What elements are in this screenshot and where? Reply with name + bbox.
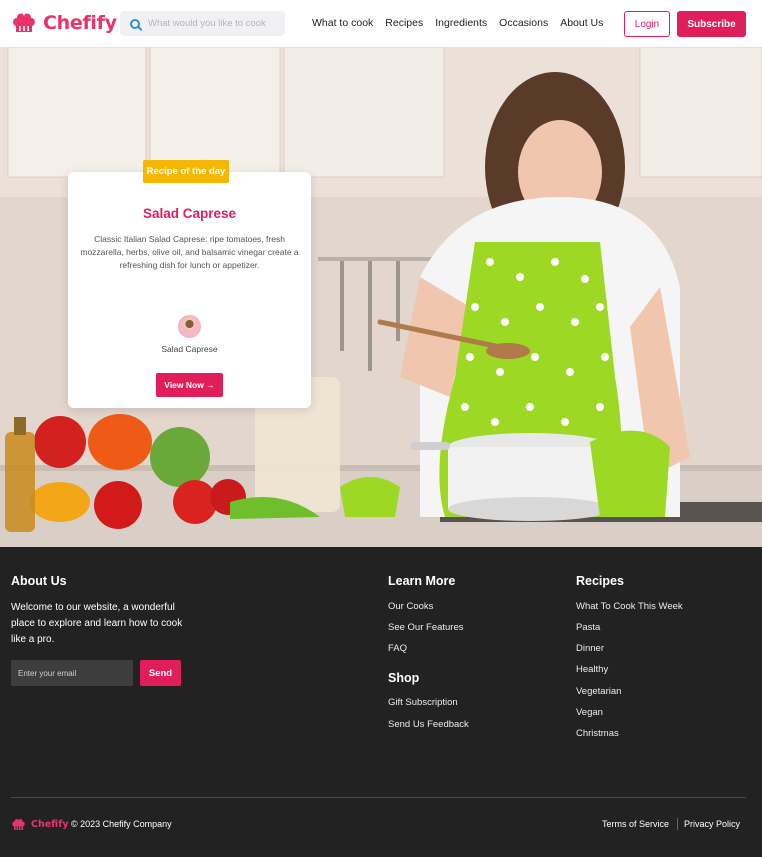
- footer-link-christmas[interactable]: Christmas: [576, 728, 619, 739]
- footer-link-vegetarian[interactable]: Vegetarian: [576, 686, 621, 697]
- chef-hat-icon: [13, 13, 35, 32]
- footer-learn-more-heading: Learn More: [388, 574, 456, 588]
- search-icon: [130, 18, 140, 29]
- terms-link[interactable]: Terms of Service: [602, 819, 669, 829]
- hero-banner: Salad Caprese Classic Italian Salad Capr…: [0, 47, 762, 547]
- footer-link-pasta[interactable]: Pasta: [576, 622, 600, 633]
- footer-link-feedback[interactable]: Send Us Feedback: [388, 719, 469, 730]
- search-input[interactable]: [148, 18, 276, 29]
- logo[interactable]: Chefify: [11, 10, 117, 36]
- site-header: Chefify What to cook Recipes Ingredients…: [0, 0, 762, 47]
- footer-link-vegan[interactable]: Vegan: [576, 707, 603, 718]
- footer-link-dinner[interactable]: Dinner: [576, 643, 604, 654]
- author-name: Salad Caprese: [161, 344, 218, 354]
- recipe-description: Classic Italian Salad Caprese: ripe toma…: [80, 234, 299, 270]
- brand-name: Chefify: [43, 12, 117, 34]
- nav-occasions[interactable]: Occasions: [499, 17, 548, 29]
- footer-recipes-heading: Recipes: [576, 574, 624, 588]
- newsletter-email-input[interactable]: [11, 660, 133, 686]
- footer-shop-heading: Shop: [388, 671, 420, 685]
- nav-recipes[interactable]: Recipes: [385, 17, 423, 29]
- footer-link-what-to-cook[interactable]: What To Cook This Week: [576, 601, 683, 612]
- footer-link-gift-subscription[interactable]: Gift Subscription: [388, 697, 458, 708]
- footer-link-our-cooks[interactable]: Our Cooks: [388, 601, 433, 612]
- login-button[interactable]: Login: [624, 11, 670, 37]
- author-avatar: [178, 315, 201, 338]
- newsletter-send-button[interactable]: Send: [140, 660, 181, 686]
- recipe-of-the-day-badge: Recipe of the day: [143, 160, 229, 183]
- chef-hat-icon: [12, 819, 25, 830]
- view-now-button[interactable]: View Now →: [156, 373, 223, 397]
- footer-link-faq[interactable]: FAQ: [388, 643, 407, 654]
- privacy-link[interactable]: Privacy Policy: [684, 819, 740, 829]
- main-nav: What to cook Recipes Ingredients Occasio…: [312, 17, 603, 29]
- site-footer: About Us Welcome to our website, a wonde…: [0, 547, 762, 857]
- footer-brand-name: Chefify: [31, 819, 69, 830]
- subscribe-button[interactable]: Subscribe: [677, 11, 746, 37]
- nav-what-to-cook[interactable]: What to cook: [312, 17, 373, 29]
- nav-about-us[interactable]: About Us: [560, 17, 603, 29]
- footer-link-features[interactable]: See Our Features: [388, 622, 464, 633]
- footer-logo[interactable]: Chefify: [11, 817, 69, 832]
- recipe-of-the-day-card: Salad Caprese Classic Italian Salad Capr…: [68, 172, 311, 408]
- search-bar[interactable]: [120, 11, 285, 36]
- footer-about-heading: About Us: [11, 574, 67, 588]
- legal-divider: [677, 818, 678, 830]
- footer-link-healthy[interactable]: Healthy: [576, 664, 608, 675]
- footer-about-text: Welcome to our website, a wonderful plac…: [11, 602, 183, 645]
- copyright-text: © 2023 Chefify Company: [71, 819, 172, 829]
- footer-divider: [11, 797, 746, 798]
- recipe-title: Salad Caprese: [142, 206, 237, 221]
- nav-ingredients[interactable]: Ingredients: [435, 17, 487, 29]
